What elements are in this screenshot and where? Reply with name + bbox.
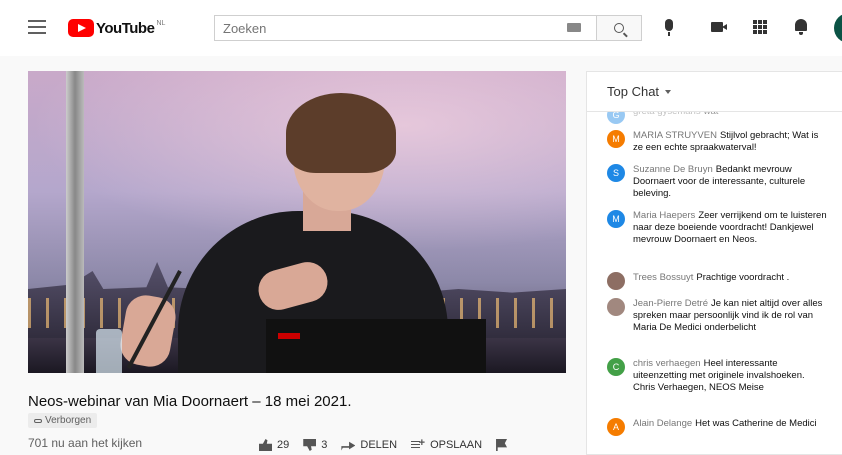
youtube-logo[interactable]: YouTube NL <box>68 18 165 38</box>
chat-text: Het was Catherine de Medici <box>695 418 817 429</box>
chat-text: Prachtige voordracht . <box>696 272 790 283</box>
chat-author[interactable]: chris verhaegen <box>633 358 701 369</box>
chat-author[interactable]: MARIA STRUYVEN <box>633 130 717 141</box>
dislike-button[interactable]: 3 <box>303 439 327 451</box>
account-avatar[interactable] <box>834 13 842 43</box>
like-count: 29 <box>277 439 290 451</box>
chat-message: A Alain Delange Het was Catherine de Medic… <box>607 418 829 436</box>
notifications-bell-icon[interactable] <box>795 19 807 35</box>
water-bottle <box>96 329 122 373</box>
logo-text: YouTube <box>96 19 155 37</box>
live-chat-panel: Top Chat Ggreta gysemanswat M MARIA STRUYV… <box>586 71 842 455</box>
search-box <box>214 15 596 41</box>
chat-text: wat <box>704 112 719 117</box>
chat-message: Jean-Pierre Detré Je kan niet altijd over… <box>607 298 829 334</box>
chat-message: S Suzanne De Bruyn Bedankt mevrouw Doornae… <box>607 164 829 200</box>
search-input[interactable] <box>215 16 596 40</box>
chat-author[interactable]: Jean-Pierre Detré <box>633 298 708 309</box>
video-player[interactable] <box>28 71 566 373</box>
chat-messages: Ggreta gysemanswatMMARIA STRUYVENStijlvo… <box>587 112 842 454</box>
chat-author[interactable]: greta gysemans <box>633 112 701 117</box>
video-actions: 29 3 DELEN OPSLAAN <box>259 437 521 451</box>
share-button[interactable]: DELEN <box>341 439 397 451</box>
chat-avatar[interactable]: C <box>607 358 625 376</box>
video-title: Neos-webinar van Mia Doornaert – 18 mei … <box>28 393 352 410</box>
chat-avatar[interactable] <box>607 298 625 316</box>
chat-avatar[interactable] <box>607 272 625 290</box>
chat-message: Cchris verhaegen Heel interessante uiteen… <box>607 358 829 394</box>
chat-mode-selector[interactable]: Top Chat <box>587 72 842 112</box>
chat-mode-label: Top Chat <box>607 84 660 99</box>
microphone-icon[interactable] <box>665 19 673 36</box>
create-video-icon[interactable] <box>711 22 727 32</box>
share-icon <box>341 441 356 451</box>
search-icon <box>614 23 624 33</box>
thumbs-up-icon <box>259 439 272 451</box>
link-icon <box>34 418 42 423</box>
youtube-play-icon <box>68 19 94 37</box>
share-label: DELEN <box>360 439 398 451</box>
keyboard-icon[interactable] <box>567 23 581 32</box>
search-button[interactable] <box>596 15 642 41</box>
visibility-badge: Verborgen <box>28 413 98 428</box>
chevron-down-icon <box>665 89 672 94</box>
viewer-count: 701 nu aan het kijken <box>28 436 143 450</box>
chat-message: M Maria Haepers Zeer verrijkend om te luis… <box>607 210 829 246</box>
logo-region: NL <box>156 20 166 27</box>
chat-avatar[interactable]: A <box>607 418 625 436</box>
dislike-count: 3 <box>321 439 328 451</box>
save-button[interactable]: OPSLAAN <box>411 437 483 451</box>
visibility-label: Verborgen <box>45 415 92 426</box>
chat-author[interactable]: Suzanne De Bruyn <box>633 164 713 175</box>
chat-avatar[interactable]: S <box>607 164 625 182</box>
chat-author[interactable]: Trees Bossuyt <box>633 272 693 283</box>
thumbs-down-icon <box>303 439 316 451</box>
chat-avatar[interactable]: M <box>607 210 625 228</box>
chat-avatar[interactable]: M <box>607 130 625 148</box>
playlist-add-icon <box>411 437 425 451</box>
top-bar: YouTube NL <box>0 0 842 56</box>
like-button[interactable]: 29 <box>259 439 289 451</box>
chat-author[interactable]: Maria Haepers <box>633 210 695 221</box>
chat-message: M MARIA STRUYVEN Stijlvol gebracht; Wat is… <box>607 130 829 154</box>
apps-grid-icon[interactable] <box>753 20 767 34</box>
chat-message: Trees Bossuyt Prachtige voordracht . <box>607 272 829 290</box>
chat-message: Ggreta gysemanswat <box>607 112 829 124</box>
laptop <box>266 319 486 373</box>
save-label: OPSLAAN <box>430 439 483 451</box>
flag-icon <box>496 439 508 451</box>
report-button[interactable] <box>496 439 508 451</box>
chat-author[interactable]: Alain Delange <box>633 418 692 429</box>
menu-icon[interactable] <box>28 20 46 36</box>
chat-avatar[interactable]: G <box>607 112 625 124</box>
